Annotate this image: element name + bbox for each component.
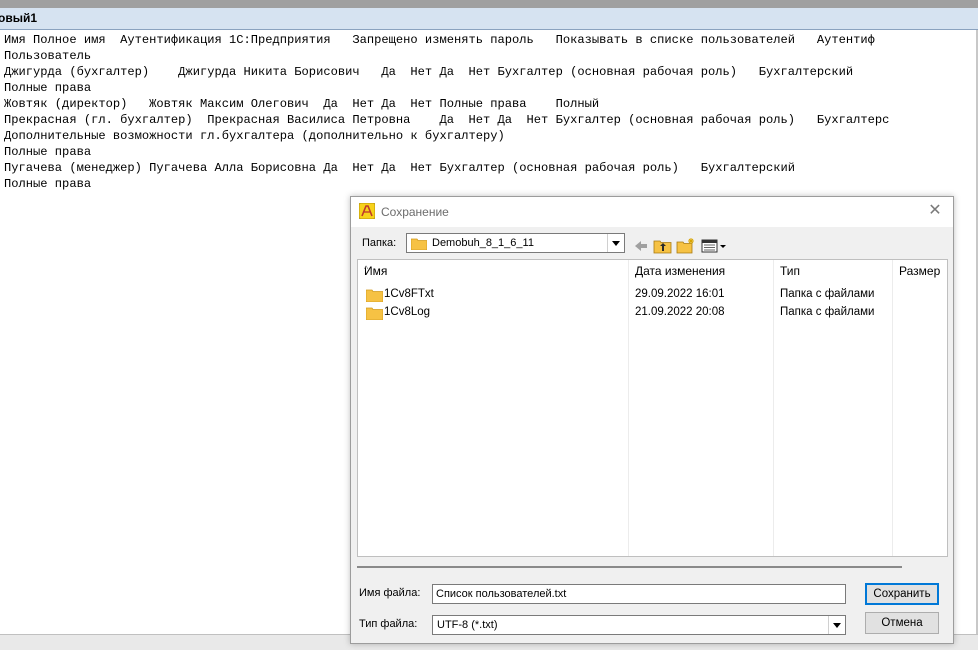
folder-label: Папка: [362,237,397,249]
app-1c-icon [359,203,375,219]
filetype-label: Тип файла: [359,618,418,630]
chevron-down-icon[interactable] [607,234,624,252]
file-date: 21.09.2022 20:08 [635,306,725,318]
doc-line: Пользователь [4,49,92,63]
column-header-size[interactable]: Размер [893,260,949,282]
file-row[interactable]: 1Cv8FTxt 29.09.2022 16:01 Папка с файлам… [358,286,947,304]
doc-line: Полные права [4,177,92,191]
folder-up-icon[interactable] [653,237,673,255]
document-title[interactable]: овый1 [0,11,37,25]
text-document[interactable]: Имя Полное имя Аутентификация 1С:Предпри… [4,32,978,192]
doc-line: Прекрасная (гл. бухгалтер) Прекрасная Ва… [4,113,890,127]
doc-line: Пугачева (менеджер) Пугачева Алла Борисо… [4,161,796,175]
view-menu-icon[interactable] [700,237,728,255]
folder-icon [366,289,383,302]
dialog-title: Сохранение [381,205,449,219]
file-name: 1Cv8Log [384,306,431,318]
new-folder-icon[interactable] [676,237,696,255]
cancel-button[interactable]: Отмена [865,612,939,634]
file-list[interactable]: Имя ^ Дата изменения Тип Размер 1Cv8FTxt… [357,259,948,557]
filetype-select[interactable]: UTF-8 (*.txt) [432,615,846,635]
folder-icon [411,238,427,250]
column-header-type[interactable]: Тип [774,260,892,282]
back-arrow-icon[interactable] [631,237,651,255]
filename-value: Список пользователей.txt [436,588,567,600]
file-name: 1Cv8FTxt [384,288,434,300]
file-type: Папка с файлами [780,306,875,318]
doc-line: Имя Полное имя Аутентификация 1С:Предпри… [4,33,875,47]
close-icon[interactable]: ✕ [925,201,945,221]
document-tab-bar: овый1 [0,8,978,30]
doc-line: Жовтяк (директор) Жовтяк Максим Олегович… [4,97,600,111]
folder-icon [366,307,383,320]
horizontal-scrollbar[interactable] [357,566,902,568]
column-header-date[interactable]: Дата изменения [629,260,773,282]
top-strip [0,0,978,8]
sort-up-icon: ^ [364,264,369,274]
file-row[interactable]: 1Cv8Log 21.09.2022 20:08 Папка с файлами [358,304,947,322]
column-header-name[interactable]: Имя ^ [358,260,628,282]
doc-line: Дополнительные возможности гл.бухгалтера… [4,129,505,143]
save-button[interactable]: Сохранить [865,583,939,605]
folder-value: Demobuh_8_1_6_11 [432,237,534,249]
chevron-down-icon[interactable] [828,616,845,634]
file-type: Папка с файлами [780,288,875,300]
doc-line: Джигурда (бухгалтер) Джигурда Никита Бор… [4,65,854,79]
file-date: 29.09.2022 16:01 [635,288,725,300]
save-dialog: Сохранение ✕ Папка: Demobuh_8_1_6_11 Имя… [350,196,954,644]
filetype-value: UTF-8 (*.txt) [437,619,498,631]
folder-select[interactable]: Demobuh_8_1_6_11 [406,233,625,253]
filename-input[interactable]: Список пользователей.txt [432,584,846,604]
filename-label: Имя файла: [359,587,421,599]
doc-line: Полные права [4,81,92,95]
doc-line: Полные права [4,145,92,159]
dialog-titlebar: Сохранение ✕ [351,197,953,227]
